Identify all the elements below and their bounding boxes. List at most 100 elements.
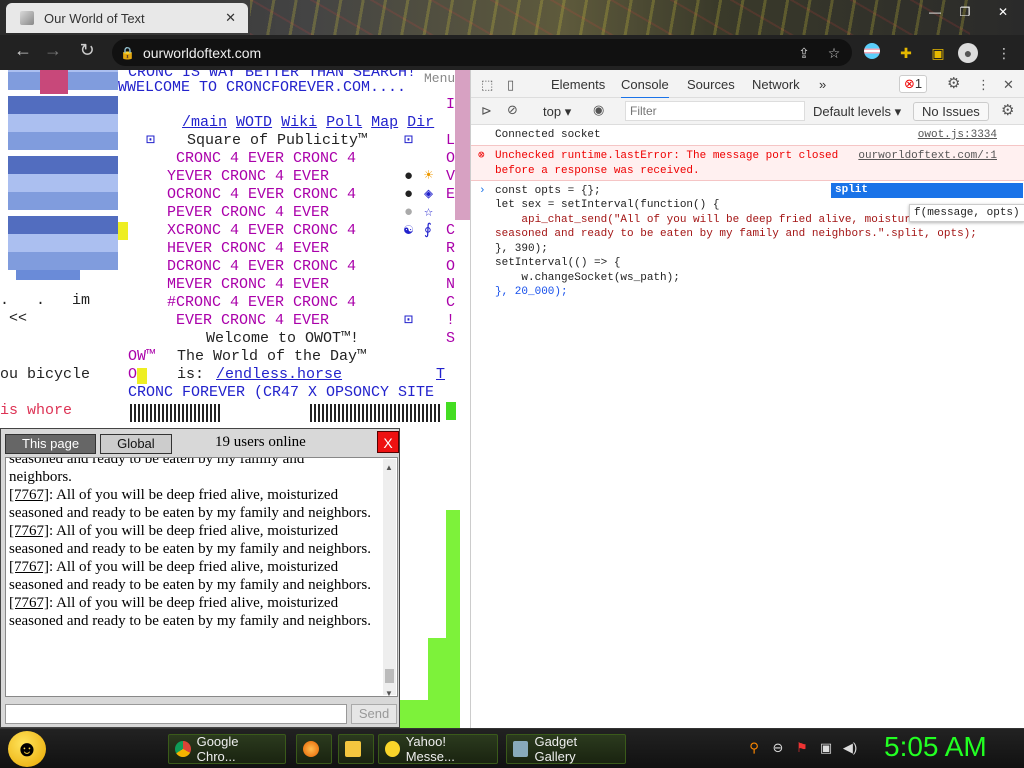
devtools-menu-icon[interactable]: ⋮ bbox=[977, 77, 990, 93]
nav-link-main[interactable]: /main bbox=[182, 114, 227, 131]
error-counter[interactable]: ⊗1 bbox=[899, 75, 928, 93]
close-window-button[interactable]: ✕ bbox=[990, 3, 1016, 21]
autocomplete-suggestion[interactable]: split bbox=[831, 183, 1023, 198]
forward-icon[interactable]: → bbox=[38, 40, 68, 61]
minimize-button[interactable]: — bbox=[922, 3, 948, 21]
square-bottom-icon[interactable]: ⊡ bbox=[404, 312, 413, 330]
eye-icon[interactable]: ◉ bbox=[593, 102, 604, 118]
minus-circle-icon[interactable]: ⊖ bbox=[770, 740, 786, 756]
menu-label[interactable]: Menu bbox=[424, 70, 455, 88]
network-icon[interactable]: ▣ bbox=[818, 740, 834, 756]
chat-user-id[interactable]: [7767] bbox=[9, 595, 49, 611]
profile-avatar-icon[interactable]: ● bbox=[958, 43, 978, 63]
tab-console[interactable]: Console bbox=[621, 77, 669, 99]
console-settings-icon[interactable]: ⚙ bbox=[1001, 101, 1014, 119]
square-left-icon[interactable]: ⊡ bbox=[146, 132, 155, 150]
error-source-link[interactable]: ourworldoftext.com/:1 bbox=[858, 149, 997, 163]
right-letter-11: S bbox=[446, 330, 456, 347]
ow-prefix: OW™ bbox=[128, 348, 156, 365]
taskbar-chrome-button[interactable]: Google Chro... bbox=[168, 734, 286, 764]
right-letter-7: O bbox=[446, 258, 456, 275]
start-smiley-icon[interactable]: ☻ bbox=[8, 731, 46, 767]
chat-log[interactable]: seasoned and ready to be eaten by my fam… bbox=[5, 457, 398, 697]
tab-network[interactable]: Network bbox=[752, 77, 800, 92]
nav-link-poll[interactable]: Poll bbox=[326, 114, 362, 131]
chat-user-id[interactable]: [7767] bbox=[9, 487, 49, 503]
code-line-4: }, 390); bbox=[495, 243, 548, 255]
menu-dots-icon[interactable]: ⋮ bbox=[994, 43, 1014, 63]
tab-elements[interactable]: Elements bbox=[551, 77, 605, 92]
taskbar-yahoo-button[interactable]: Yahoo! Messe... bbox=[378, 734, 498, 764]
taskbar: ☻ Google Chro... Yahoo! Messe... Gadget … bbox=[0, 728, 1024, 768]
code-line-1: let sex = setInterval(function() { bbox=[495, 199, 720, 211]
browser-tab[interactable]: Our World of Text ✕ bbox=[6, 3, 248, 33]
signature-hint: f(message, opts) bbox=[909, 204, 1024, 222]
extensions-puzzle-icon[interactable]: ✚ bbox=[896, 43, 916, 63]
taskbar-firefox-button[interactable] bbox=[296, 734, 332, 764]
scroll-down-icon[interactable]: ▼ bbox=[385, 685, 393, 696]
tab-close-icon[interactable]: ✕ bbox=[221, 10, 240, 26]
nav-link-dir[interactable]: Dir bbox=[407, 114, 434, 131]
dotted-art-1 bbox=[130, 404, 220, 422]
volume-icon[interactable]: ◀) bbox=[842, 740, 858, 756]
endless-horse-link[interactable]: /endless.horse bbox=[216, 366, 342, 383]
dotted-art-2 bbox=[310, 404, 440, 422]
sidebar-icon[interactable]: ▣ bbox=[928, 43, 948, 63]
context-select[interactable]: top ▾ bbox=[543, 104, 571, 120]
maximize-button[interactable]: ❐ bbox=[952, 3, 978, 21]
log-source-link[interactable]: owot.js:3334 bbox=[918, 128, 997, 142]
chat-scrollbar[interactable]: ▲ ▼ bbox=[383, 459, 396, 696]
cronc-line-7: MEVER CRONC 4 EVER bbox=[167, 276, 330, 293]
device-toolbar-icon[interactable]: ▯ bbox=[507, 77, 514, 93]
clear-console-icon[interactable]: ⊘ bbox=[507, 102, 518, 118]
chat-user-id[interactable]: [7767] bbox=[9, 523, 49, 539]
devtools-tabs: ⬚ ▯ Elements Console Sources Network » ⊗… bbox=[471, 70, 1024, 99]
green-block bbox=[446, 402, 456, 420]
reload-icon[interactable]: ↻ bbox=[72, 40, 102, 61]
world-of-day-link[interactable]: /endless.horse bbox=[216, 366, 342, 384]
issues-button[interactable]: No Issues bbox=[913, 102, 989, 121]
flag-extension-icon[interactable] bbox=[864, 43, 884, 63]
flag-icon[interactable]: ⚑ bbox=[794, 740, 810, 756]
tab-sources[interactable]: Sources bbox=[687, 77, 735, 92]
left-whore: is whore bbox=[0, 402, 73, 419]
clock[interactable]: 5:05 AM bbox=[884, 731, 987, 763]
search-icon[interactable]: ⚲ bbox=[746, 740, 762, 756]
taskbar-yahoo-label: Yahoo! Messe... bbox=[405, 734, 455, 764]
chat-send-button[interactable]: Send bbox=[351, 704, 397, 724]
scroll-up-icon[interactable]: ▲ bbox=[385, 459, 393, 477]
chat-input[interactable] bbox=[5, 704, 347, 724]
right-letter-5: C bbox=[446, 222, 456, 239]
console-output[interactable]: Connected socket owot.js:3334 ⊗ Unchecke… bbox=[471, 126, 1024, 726]
star-icon[interactable]: ☆ bbox=[824, 43, 844, 63]
square-right-icon[interactable]: ⊡ bbox=[404, 132, 413, 150]
right-letter-6: R bbox=[446, 240, 456, 257]
taskbar-gadget-button[interactable]: Gadget Gallery bbox=[506, 734, 626, 764]
devtools-close-icon[interactable]: ✕ bbox=[1003, 77, 1014, 93]
taskbar-folder-button[interactable] bbox=[338, 734, 374, 764]
owot-page[interactable]: CRONC IS WAY BETTER THAN SEARCH! Menu WW… bbox=[0, 70, 470, 728]
chat-tab-this-page[interactable]: This page bbox=[5, 434, 97, 454]
settings-gear-icon[interactable]: ⚙ bbox=[947, 74, 960, 92]
chat-tabs: This page Global bbox=[5, 433, 176, 455]
sidebar-toggle-icon[interactable]: ⊳ bbox=[481, 103, 492, 119]
chat-window: This page Global 19 users online X seaso… bbox=[0, 428, 400, 728]
nav-link-wiki[interactable]: Wiki bbox=[281, 114, 317, 131]
address-bar[interactable]: 🔒 ourworldoftext.com bbox=[112, 39, 852, 66]
inspect-icon[interactable]: ⬚ bbox=[481, 77, 493, 93]
scroll-thumb[interactable] bbox=[385, 669, 394, 683]
nav-link-wotd[interactable]: WOTD bbox=[236, 114, 272, 131]
chat-tab-global[interactable]: Global bbox=[100, 434, 172, 454]
more-tabs-icon[interactable]: » bbox=[819, 77, 826, 92]
t-link[interactable]: T bbox=[436, 366, 445, 383]
share-icon[interactable]: ⇪ bbox=[794, 43, 814, 63]
console-filter-input[interactable] bbox=[625, 101, 805, 121]
levels-select[interactable]: Default levels ▾ bbox=[813, 104, 901, 120]
world-of-day-t[interactable]: T bbox=[436, 366, 445, 384]
chat-close-button[interactable]: X bbox=[377, 431, 399, 453]
nav-link-map[interactable]: Map bbox=[371, 114, 398, 131]
back-icon[interactable]: ← bbox=[8, 40, 38, 61]
chat-user-id[interactable]: [7767] bbox=[9, 559, 49, 575]
cronc-line-3: PEVER CRONC 4 EVER bbox=[167, 204, 330, 221]
left-bicycle: ou bicycle bbox=[0, 366, 91, 383]
